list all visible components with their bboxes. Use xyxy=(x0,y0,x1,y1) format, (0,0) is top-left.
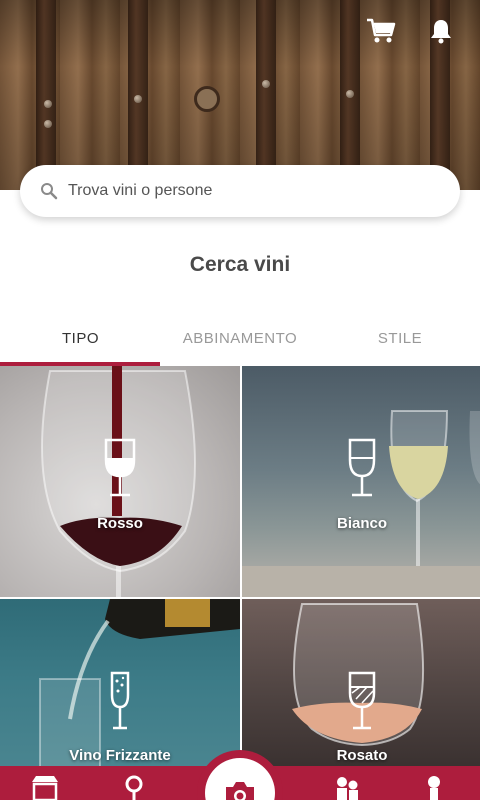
tile-label: Rosato xyxy=(336,747,388,764)
rivet xyxy=(44,120,52,128)
notifications-button[interactable] xyxy=(426,16,456,46)
tile-bianco[interactable]: Bianco xyxy=(242,366,480,597)
rose-wine-glass-icon xyxy=(348,671,376,730)
category-tabs: TIPO ABBINAMENTO STILE xyxy=(0,318,480,366)
people-icon xyxy=(337,777,358,800)
white-wine-glass-icon xyxy=(348,438,376,497)
profile-icon xyxy=(428,776,440,800)
tile-vino-frizzante[interactable]: Vino Frizzante xyxy=(0,599,240,768)
barrel-hoop xyxy=(256,0,276,190)
barrel-bung xyxy=(194,86,220,112)
tab-abbinamento[interactable]: ABBINAMENTO xyxy=(160,318,320,366)
notification-bell-icon xyxy=(431,20,451,44)
camera-button-inner xyxy=(205,758,275,800)
tile-label: Bianco xyxy=(336,515,387,532)
nav-store[interactable] xyxy=(30,774,60,800)
nav-search[interactable] xyxy=(122,774,152,800)
rivet xyxy=(44,100,52,108)
search-icon xyxy=(41,183,58,200)
rivet xyxy=(134,95,142,103)
tile-rosato[interactable]: Rosato xyxy=(242,599,480,768)
store-icon xyxy=(32,776,58,800)
nav-community[interactable] xyxy=(332,774,362,800)
header-banner xyxy=(0,0,480,190)
tile-label: Rosso xyxy=(97,515,143,532)
cart-button[interactable] xyxy=(366,16,396,46)
wine-type-grid: Rosso Bianco Vino Frizzante Rosato xyxy=(0,366,480,768)
barrel-hoop xyxy=(36,0,56,190)
tab-stile[interactable]: STILE xyxy=(320,318,480,366)
camera-icon xyxy=(226,782,254,800)
rivet xyxy=(346,90,354,98)
rivet xyxy=(262,80,270,88)
search-input[interactable] xyxy=(68,182,428,200)
tab-tipo[interactable]: TIPO xyxy=(0,318,160,366)
tile-rosso[interactable]: Rosso xyxy=(0,366,240,597)
nav-profile[interactable] xyxy=(422,774,452,800)
shopping-cart-icon xyxy=(367,18,396,43)
page-title: Cerca vini xyxy=(189,253,291,276)
sparkling-wine-glass-icon xyxy=(110,671,130,730)
search-bar[interactable] xyxy=(20,165,460,217)
tile-label: Vino Frizzante xyxy=(69,747,171,764)
red-wine-glass-icon xyxy=(104,438,136,497)
search-icon xyxy=(125,775,143,800)
